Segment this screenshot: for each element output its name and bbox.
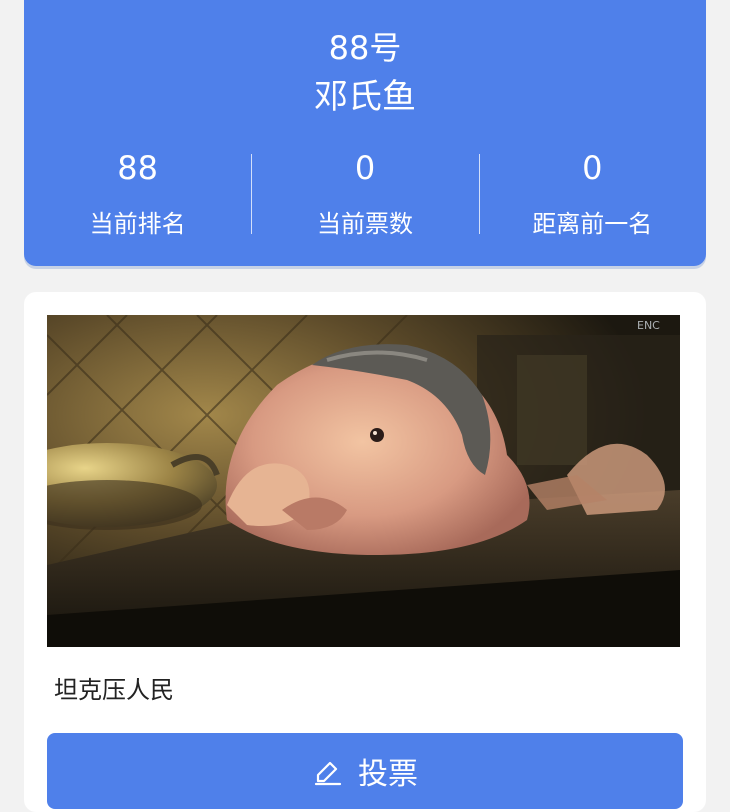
watermark-text: ENC xyxy=(637,319,660,332)
entry-photo: ENC xyxy=(47,315,680,647)
stat-votes-label: 当前票数 xyxy=(316,210,413,238)
vote-button-label: 投票 xyxy=(358,757,418,792)
vote-button[interactable]: 投票 xyxy=(47,733,683,809)
entry-number: 88号 xyxy=(328,29,402,67)
stat-gap: 0 距离前一名 xyxy=(478,148,706,240)
blobfish-photo: ENC xyxy=(47,315,680,647)
stat-divider xyxy=(251,154,253,234)
stat-gap-label: 距离前一名 xyxy=(532,210,653,238)
header-card: 88号 邓氏鱼 88 当前排名 0 当前票数 0 距离前一名 xyxy=(24,0,706,266)
edit-icon xyxy=(314,761,342,786)
stat-votes: 0 当前票数 xyxy=(251,148,478,240)
stat-rank-value: 88 xyxy=(117,149,159,187)
entry-description: 坦克压人民 xyxy=(54,676,174,704)
stat-rank-label: 当前排名 xyxy=(89,210,186,238)
stat-divider xyxy=(478,154,480,234)
stat-votes-value: 0 xyxy=(354,149,376,187)
stats-row: 88 当前排名 0 当前票数 0 距离前一名 xyxy=(24,148,706,240)
entry-card: ENC 坦克压人民 投票 xyxy=(24,292,706,812)
stat-rank: 88 当前排名 xyxy=(24,148,251,240)
entry-name: 邓氏鱼 xyxy=(314,77,416,117)
stat-gap-value: 0 xyxy=(582,149,603,187)
